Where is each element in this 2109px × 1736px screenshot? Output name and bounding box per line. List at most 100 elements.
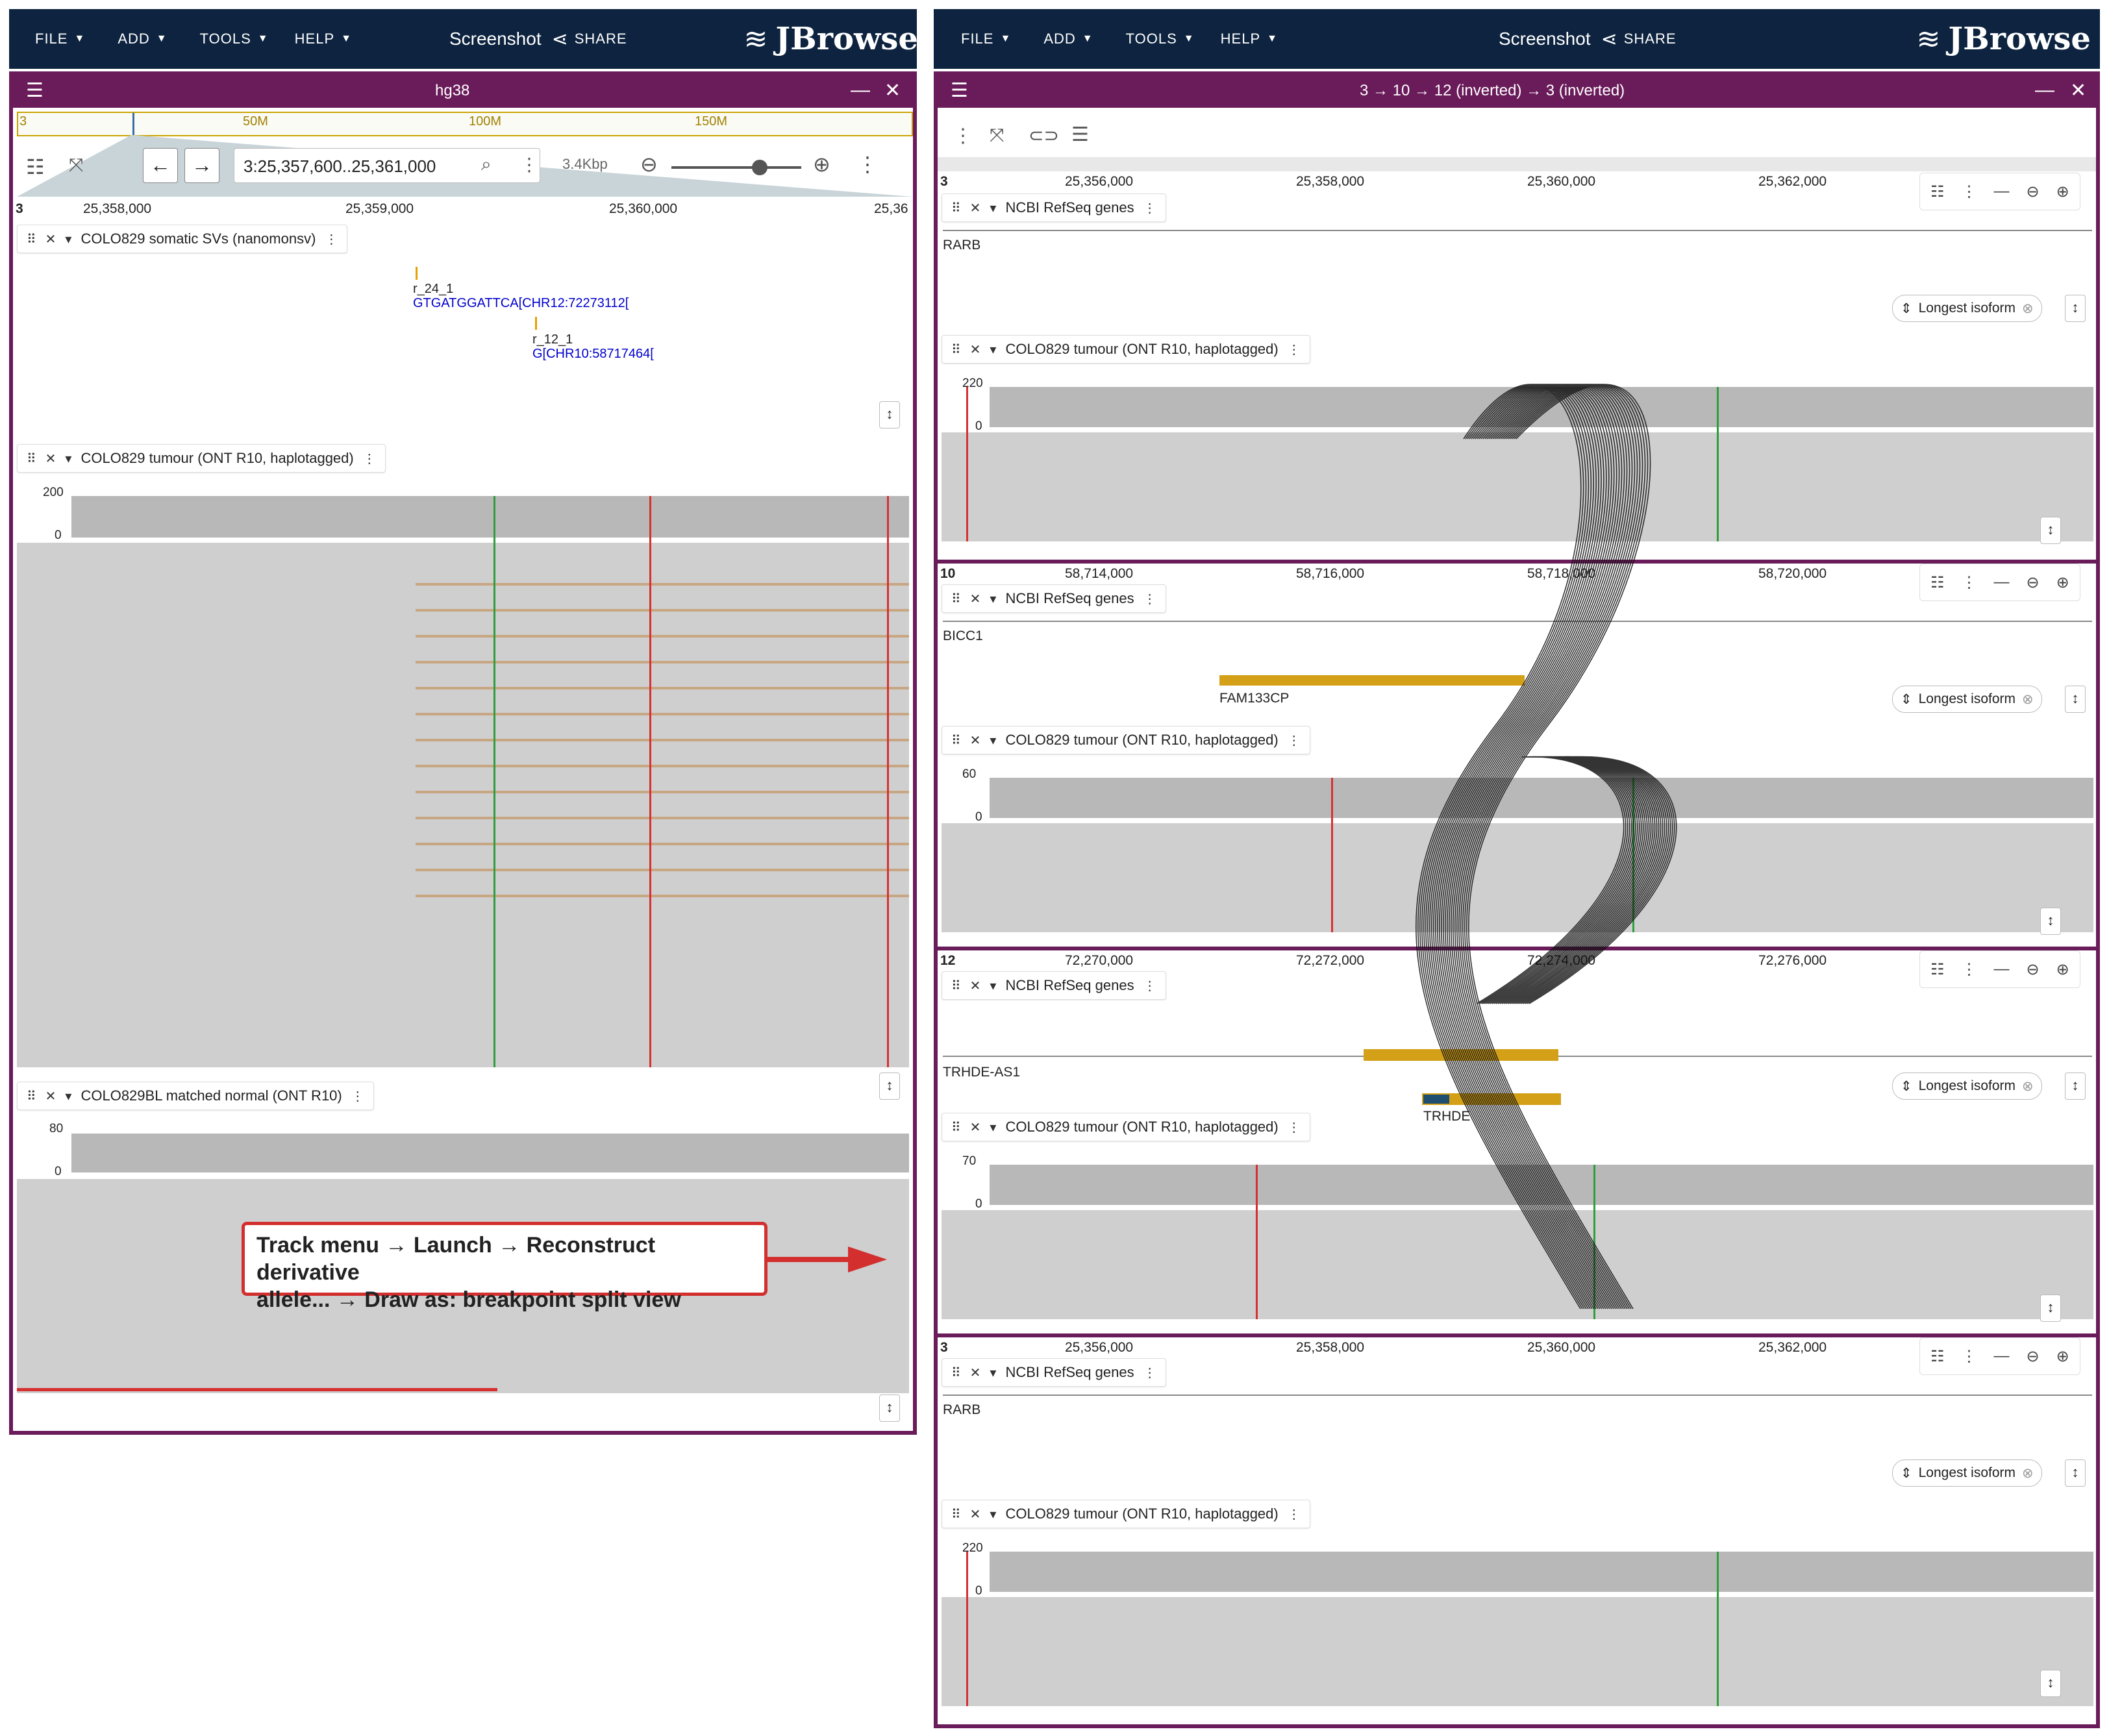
breakpoint-split-view: ☰ 3 → 10 → 12 (inverted) → 3 (inverted) …: [934, 71, 2100, 1728]
snv-column: [887, 496, 889, 1067]
drag-handle-icon[interactable]: ⠿: [27, 451, 36, 467]
sv-feature-alt: G[CHR10:58717464[: [532, 347, 654, 361]
search-icon[interactable]: ⌕: [481, 154, 492, 175]
track-selector-icon[interactable]: ☷: [26, 155, 45, 179]
jbrowse-logo-icon: ≋: [1916, 23, 1941, 55]
caret-down-icon: ▼: [341, 33, 352, 44]
ruler-tick: 25,36: [874, 201, 908, 216]
left-app-bar: FILE ▼ ADD ▼ TOOLS ▼ HELP ▼ Screenshot ⋖ SHA…: [9, 9, 918, 69]
resize-handle[interactable]: ↕: [879, 1395, 900, 1422]
share-button[interactable]: SHARE: [1624, 31, 1677, 47]
tools-menu-label: TOOLS: [1125, 31, 1177, 47]
caret-down-icon[interactable]: ▾: [65, 231, 71, 247]
jbrowse-logo: JBrowse: [1948, 21, 2091, 57]
zoom-slider-thumb[interactable]: [752, 160, 767, 175]
overview-tick: 3: [19, 114, 27, 129]
linear-genome-view: ☰ hg38 — ✕ 3 50M 100M 150M ☷ ⤧ ← → 3:25,…: [9, 71, 917, 1435]
location-input[interactable]: 3:25,357,600..25,361,000 ⌕ ⋮: [234, 148, 540, 183]
jbrowse-logo: JBrowse: [775, 21, 918, 57]
coverage-plot: [71, 1134, 909, 1172]
add-menu[interactable]: ADD ▼: [118, 31, 167, 47]
instruction-callout: Track menu → Launch → Reconstruct deriva…: [242, 1222, 767, 1312]
share-icon: ⋖: [551, 28, 568, 50]
pileup-mismatch-band: [416, 569, 909, 906]
track-header[interactable]: ⠿ ✕ ▾ COLO829 somatic SVs (nanomonsv) ⋮: [17, 225, 348, 253]
coverage-ymax: 200: [43, 486, 64, 499]
overview-tick: 100M: [469, 114, 502, 129]
coverage-plot: [71, 496, 909, 538]
screenshot-button[interactable]: Screenshot: [1499, 29, 1591, 49]
track-menu-icon[interactable]: ⋮: [363, 451, 376, 467]
zoom-out-icon[interactable]: ⊖: [640, 152, 658, 177]
add-menu-label: ADD: [1043, 31, 1076, 47]
drag-handle-icon[interactable]: ⠿: [27, 1088, 36, 1104]
caret-down-icon[interactable]: ▾: [65, 1088, 71, 1104]
resize-handle[interactable]: ↕: [879, 401, 900, 428]
view-options-icon[interactable]: ⋮: [857, 152, 878, 177]
position-ruler: 3 25,358,000 25,359,000 25,360,000 25,36: [13, 200, 913, 219]
coverage-ymin: 0: [55, 528, 62, 542]
chromosome-overview[interactable]: 3 50M 100M 150M: [17, 112, 913, 136]
close-icon[interactable]: ✕: [884, 79, 901, 102]
track-header[interactable]: ⠿ ✕ ▾ COLO829 tumour (ONT R10, haplotagg…: [17, 444, 386, 473]
close-icon[interactable]: ✕: [45, 451, 56, 467]
track-header[interactable]: ⠿ ✕ ▾ COLO829BL matched normal (ONT R10)…: [17, 1082, 374, 1110]
collapse-icon[interactable]: ⤧: [69, 155, 83, 176]
ruler-tick: 25,360,000: [609, 201, 678, 216]
track-name: COLO829 tumour (ONT R10, haplotagged): [81, 450, 354, 466]
file-menu[interactable]: FILE ▼: [35, 31, 85, 47]
overview-highlight: [132, 113, 134, 135]
screenshot-button[interactable]: Screenshot: [449, 29, 542, 49]
forward-button[interactable]: →: [184, 148, 219, 183]
view-header: ☰ hg38 — ✕: [13, 75, 913, 108]
drag-handle-icon[interactable]: ⠿: [27, 231, 36, 247]
coverage-ymin: 0: [55, 1165, 62, 1178]
help-menu[interactable]: HELP ▼: [295, 31, 352, 47]
sv-feature-id: r_12_1: [532, 332, 573, 347]
right-app-bar: FILE ▼ ADD ▼ TOOLS ▼ HELP ▼ Screenshot ⋖ SHA…: [934, 9, 2100, 69]
overview-tick: 150M: [695, 114, 728, 129]
caret-down-icon[interactable]: ▾: [65, 451, 71, 467]
back-button[interactable]: ←: [143, 148, 178, 183]
caret-down-icon: ▼: [156, 33, 168, 44]
snv-column: [649, 496, 651, 1067]
pileup-red-read: [17, 1388, 497, 1391]
caret-down-icon: ▼: [257, 33, 269, 44]
sv-marker: [416, 267, 418, 280]
track-menu-icon[interactable]: ⋮: [325, 231, 338, 247]
location-value: 3:25,357,600..25,361,000: [243, 156, 436, 176]
file-menu[interactable]: FILE ▼: [961, 31, 1011, 47]
tools-menu-label: TOOLS: [199, 31, 251, 47]
tools-menu[interactable]: TOOLS ▼: [1126, 31, 1195, 47]
resize-handle[interactable]: ↕: [879, 1073, 900, 1100]
share-icon: ⋖: [1601, 28, 1617, 50]
tools-menu[interactable]: TOOLS ▼: [200, 31, 269, 47]
help-menu-label: HELP: [294, 31, 335, 47]
caret-down-icon: ▼: [1183, 33, 1195, 44]
share-button[interactable]: SHARE: [575, 31, 627, 47]
sv-marker: [535, 317, 537, 330]
breakpoint-connections: [1416, 384, 1677, 1309]
close-icon[interactable]: ✕: [45, 1088, 56, 1104]
location-menu-icon[interactable]: ⋮: [520, 154, 538, 175]
track-name: COLO829BL matched normal (ONT R10): [81, 1087, 342, 1104]
zoom-slider[interactable]: [671, 160, 801, 175]
track-menu-icon[interactable]: ⋮: [351, 1088, 364, 1104]
view-menu-icon[interactable]: ☰: [26, 79, 44, 102]
snv-column: [493, 496, 495, 1067]
close-icon[interactable]: ✕: [45, 231, 56, 247]
span-label: 3.4Kbp: [562, 156, 608, 172]
callout-arrow-icon: [766, 1246, 887, 1272]
file-menu-label: FILE: [35, 31, 68, 47]
callout-line: allele... → Draw as: breakpoint split vi…: [256, 1287, 681, 1312]
ruler-chrom: 3: [16, 201, 23, 216]
view-title: hg38: [435, 82, 470, 99]
help-menu[interactable]: HELP ▼: [1221, 31, 1278, 47]
zoom-in-icon[interactable]: ⊕: [813, 152, 830, 177]
coverage-ymax: 80: [49, 1122, 64, 1135]
ruler-tick: 25,358,000: [83, 201, 152, 216]
add-menu[interactable]: ADD ▼: [1043, 31, 1093, 47]
minimize-icon[interactable]: —: [851, 79, 870, 101]
caret-down-icon: ▼: [74, 33, 86, 44]
sv-feature-alt: GTGATGGATTCA[CHR12:72273112[: [413, 296, 629, 310]
